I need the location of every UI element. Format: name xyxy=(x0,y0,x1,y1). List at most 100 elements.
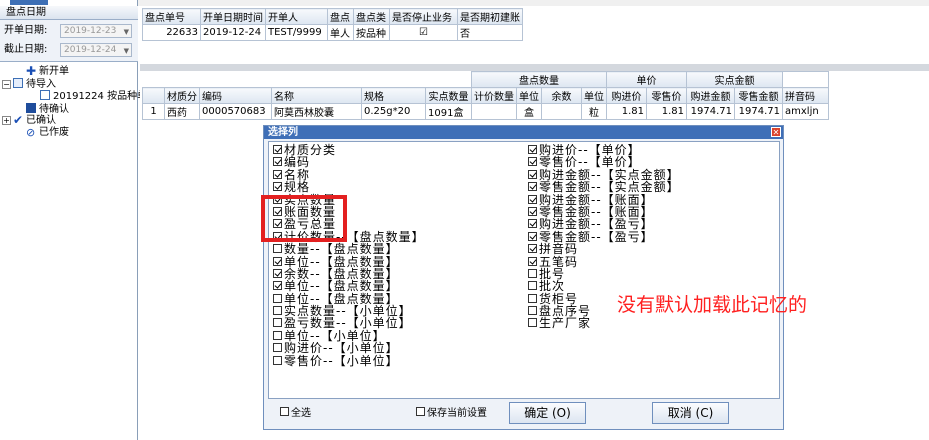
grid-header[interactable]: 计价数量 xyxy=(471,87,517,104)
info-row[interactable]: 22633 2019-12-24 TEST/9999 单人 按品种 ☑ 否 xyxy=(142,24,523,41)
unchecked-checkbox[interactable] xyxy=(273,244,282,254)
checked-checkbox[interactable] xyxy=(528,157,537,167)
grid-cell[interactable]: amxljn xyxy=(782,103,829,120)
tree-item-order[interactable]: 20191224 按品种单 xyxy=(40,90,147,103)
void-icon: ⊘ xyxy=(26,126,36,139)
checked-checkbox[interactable] xyxy=(528,169,537,179)
checked-checkbox[interactable] xyxy=(528,256,537,266)
start-date-input[interactable]: 2019-12-23 ▼ xyxy=(60,24,132,38)
checked-checkbox[interactable] xyxy=(273,157,282,167)
end-date-input[interactable]: 2019-12-24 ▼ xyxy=(60,43,132,57)
unchecked-checkbox[interactable] xyxy=(273,343,282,353)
grid-header[interactable]: 零售金额 xyxy=(734,87,783,104)
checked-checkbox[interactable] xyxy=(273,169,282,179)
info-cell[interactable]: TEST/9999 xyxy=(265,24,328,41)
unchecked-checkbox[interactable] xyxy=(273,306,282,316)
checked-checkbox[interactable] xyxy=(528,182,537,192)
checked-checkbox[interactable] xyxy=(528,145,537,154)
checked-checkbox[interactable] xyxy=(273,145,282,154)
dialog-footer: 全选 保存当前设置 确定 (O) 取消 (C) xyxy=(268,401,780,427)
checked-checkbox[interactable] xyxy=(273,182,282,192)
grid-group-header-row: 盘点数量 单价 实点金额 xyxy=(142,71,829,88)
grid-header[interactable]: 单位 xyxy=(581,87,607,104)
info-cell[interactable]: ☑ xyxy=(389,24,458,41)
checked-checkbox[interactable] xyxy=(528,231,537,241)
grid-cell[interactable]: 粒 xyxy=(581,103,607,120)
checked-checkbox[interactable] xyxy=(528,244,537,254)
grid-header[interactable]: 材质分 xyxy=(164,87,200,104)
start-date-label: 开单日期: xyxy=(4,25,48,36)
cancel-button[interactable]: 取消 (C) xyxy=(652,402,729,424)
grid-cell[interactable]: 西药 xyxy=(164,103,200,120)
checked-checkbox[interactable] xyxy=(528,206,537,216)
unchecked-checkbox[interactable] xyxy=(273,355,282,365)
info-cell[interactable]: 22633 xyxy=(142,24,201,41)
save-settings-checkbox[interactable]: 保存当前设置 xyxy=(416,407,487,420)
info-cell[interactable]: 单人 xyxy=(327,24,354,41)
collapse-icon[interactable]: − xyxy=(2,80,11,89)
chevron-down-icon[interactable]: ▼ xyxy=(124,45,129,57)
info-header[interactable]: 是否期初建账 xyxy=(457,8,523,25)
grid-header[interactable]: 购进金额 xyxy=(686,87,735,104)
unchecked-checkbox[interactable] xyxy=(528,281,537,291)
grid-cell[interactable]: 阿莫西林胶囊 xyxy=(271,103,362,120)
unchecked-checkbox[interactable] xyxy=(273,318,282,328)
checked-checkbox[interactable] xyxy=(273,281,282,291)
checkbox-box[interactable] xyxy=(280,407,289,416)
active-tab-indicator[interactable] xyxy=(10,0,48,5)
checked-checkbox[interactable] xyxy=(273,268,282,278)
checked-checkbox[interactable] xyxy=(273,256,282,266)
grid-header[interactable]: 余数 xyxy=(541,87,582,104)
dialog-title-bar[interactable]: 选择列 ✕ xyxy=(264,126,783,139)
unchecked-checkbox[interactable] xyxy=(273,293,282,303)
select-all-checkbox[interactable]: 全选 xyxy=(280,407,311,420)
info-header[interactable]: 盘点类 xyxy=(353,8,390,25)
grid-cell[interactable] xyxy=(541,103,582,120)
checked-checkbox[interactable] xyxy=(528,219,537,229)
expand-icon[interactable]: + xyxy=(2,116,11,125)
detail-grid: 盘点数量 单价 实点金额 材质分 编码 名称 规格 实点数量 计价数量 单位 余… xyxy=(142,71,829,120)
grid-header[interactable]: 规格 xyxy=(361,87,426,104)
grid-cell[interactable]: 1091盒 xyxy=(425,103,472,120)
grid-cell[interactable]: 1.81 xyxy=(606,103,647,120)
info-cell[interactable]: 按品种 xyxy=(353,24,390,41)
grid-cell[interactable]: 1 xyxy=(142,103,165,120)
info-cell[interactable]: 否 xyxy=(457,24,523,41)
grid-cell[interactable]: 0000570683 xyxy=(199,103,272,120)
grid-cell[interactable]: 1.81 xyxy=(646,103,687,120)
tree-item-new[interactable]: ✚ 新开单 xyxy=(26,65,69,78)
info-header[interactable]: 盘点 xyxy=(327,8,354,25)
grid-header[interactable]: 单位 xyxy=(516,87,542,104)
unchecked-checkbox[interactable] xyxy=(528,306,537,316)
grid-cell[interactable]: 1974.71 xyxy=(686,103,735,120)
tree-item-voided[interactable]: ⊘ 已作废 xyxy=(26,127,69,139)
grid-header[interactable]: 购进价 xyxy=(606,87,647,104)
checkbox-box[interactable] xyxy=(416,407,425,416)
unchecked-checkbox[interactable] xyxy=(528,268,537,278)
info-header[interactable]: 是否停止业务 xyxy=(389,8,458,25)
info-cell[interactable]: 2019-12-24 xyxy=(200,24,266,41)
info-header[interactable]: 开单日期时间 xyxy=(200,8,266,25)
chevron-down-icon[interactable]: ▼ xyxy=(124,26,129,38)
unchecked-checkbox[interactable] xyxy=(528,318,537,328)
grid-header[interactable]: 实点数量 xyxy=(425,87,472,104)
info-header[interactable]: 开单人 xyxy=(265,8,328,25)
column-option[interactable]: 零售价--【小单位】 xyxy=(273,354,425,367)
grid-header[interactable] xyxy=(142,87,165,104)
grid-cell[interactable] xyxy=(471,103,517,120)
checked-checkbox[interactable] xyxy=(528,194,537,204)
ok-button[interactable]: 确定 (O) xyxy=(509,402,586,424)
close-icon[interactable]: ✕ xyxy=(771,127,781,137)
grid-header[interactable]: 零售价 xyxy=(646,87,687,104)
table-row[interactable]: 1 西药 0000570683 阿莫西林胶囊 0.25g*20 1091盒 盒 … xyxy=(142,103,829,120)
unchecked-checkbox[interactable] xyxy=(528,293,537,303)
grid-header[interactable]: 名称 xyxy=(271,87,362,104)
grid-header[interactable]: 拼音码 xyxy=(782,87,829,104)
grid-cell[interactable]: 1974.71 xyxy=(734,103,783,120)
grid-cell[interactable]: 盒 xyxy=(516,103,542,120)
unchecked-checkbox[interactable] xyxy=(273,330,282,340)
grid-header[interactable]: 编码 xyxy=(199,87,272,104)
info-header[interactable]: 盘点单号 xyxy=(142,8,201,25)
column-option[interactable]: 生产厂家 xyxy=(528,317,680,330)
grid-cell[interactable]: 0.25g*20 xyxy=(361,103,426,120)
